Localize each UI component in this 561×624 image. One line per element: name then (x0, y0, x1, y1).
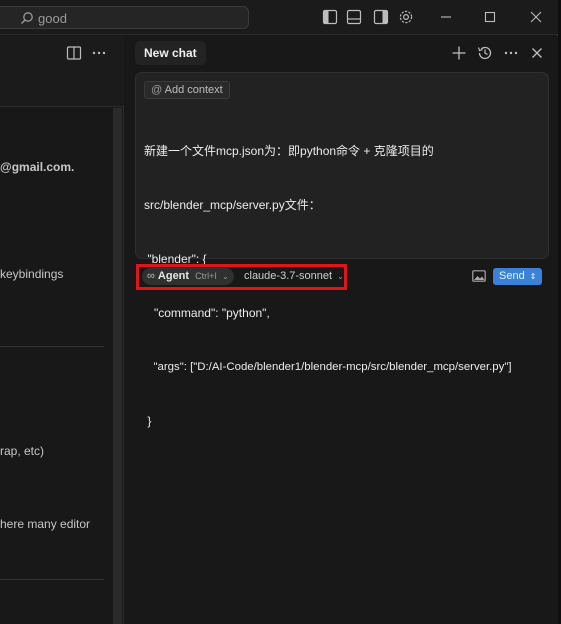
chevron-down-icon: ⌄ (221, 272, 229, 281)
split-editor-icon[interactable] (66, 45, 82, 61)
message-line: } (144, 414, 152, 428)
settings-text-fragment: rap, etc) (0, 444, 45, 458)
agent-mode-dropdown[interactable]: ∞ Agent Ctrl+I ⌄ (142, 268, 234, 285)
message-line: "command": "python", (144, 306, 270, 320)
editor-pane: @gmail.com. keybindings rap, etc) here m… (0, 36, 124, 624)
settings-gear-icon[interactable] (397, 8, 415, 26)
history-icon[interactable] (476, 44, 494, 62)
at-icon: @ (151, 84, 163, 96)
command-search-box[interactable]: good (0, 6, 249, 29)
divider (0, 346, 104, 347)
agent-mode-shortcut: Ctrl+I (195, 271, 217, 281)
chat-panel: New chat @ Add context 新建一个文件mcp.json为：即… (125, 36, 558, 624)
infinity-icon: ∞ (147, 270, 155, 282)
toggle-primary-sidebar-icon[interactable] (321, 8, 339, 26)
app-window: good @gmail.com. keybindings rap, etc) h… (0, 0, 558, 624)
send-button[interactable]: Send ⇕ (493, 268, 543, 285)
new-chat-plus-icon[interactable] (450, 44, 468, 62)
divider (0, 579, 104, 580)
agent-mode-label: Agent (157, 270, 190, 282)
settings-text-fragment: keybindings (0, 267, 64, 281)
minimize-icon[interactable] (437, 8, 455, 26)
editor-tab-bar (0, 36, 124, 70)
message-line: "args": ["D:/AI-Code/blender1/blender-mc… (144, 361, 512, 373)
more-actions-icon[interactable] (91, 45, 107, 61)
tab-new-chat[interactable]: New chat (135, 41, 206, 65)
toggle-panel-icon[interactable] (345, 8, 363, 26)
add-context-button[interactable]: @ Add context (144, 81, 230, 99)
chat-input-box[interactable]: @ Add context 新建一个文件mcp.json为：即python命令 … (135, 72, 549, 428)
image-upload-icon[interactable] (472, 270, 486, 282)
settings-text-fragment: here many editor (0, 517, 91, 531)
more-options-icon[interactable] (502, 44, 520, 62)
title-bar: good (0, 0, 558, 35)
vertical-scrollbar[interactable] (113, 108, 122, 624)
toggle-secondary-sidebar-icon[interactable] (372, 8, 390, 26)
close-window-icon[interactable] (527, 8, 545, 26)
send-label: Send (499, 270, 525, 282)
model-selector[interactable]: claude-3.7-sonnet ⌄ (244, 268, 344, 285)
close-chat-icon[interactable] (528, 44, 546, 62)
search-icon (21, 12, 33, 24)
settings-text-fragment: @gmail.com. (0, 160, 75, 174)
message-line: 新建一个文件mcp.json为：即python命令 + 克隆项目的 (144, 144, 434, 158)
chevron-down-icon: ⌄ (337, 272, 344, 281)
maximize-icon[interactable] (481, 8, 499, 26)
model-label: claude-3.7-sonnet (244, 270, 333, 282)
message-line: src/blender_mcp/server.py文件： (144, 198, 321, 212)
add-context-label: Add context (164, 84, 223, 96)
search-text: good (38, 11, 67, 26)
chevron-updown-icon: ⇕ (529, 272, 537, 281)
chat-header: New chat (125, 36, 558, 70)
editor-subheader (0, 70, 124, 107)
